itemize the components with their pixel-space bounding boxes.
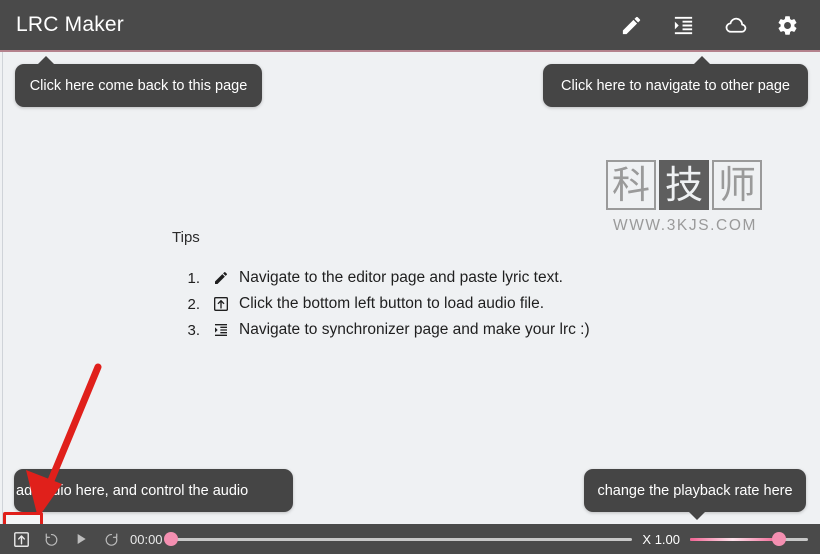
tooltip-arrow-up-icon: [37, 56, 55, 65]
tip-number: 3.: [187, 321, 200, 339]
tooltip-load-audio: ad audio here, and control the audio: [14, 469, 293, 512]
tooltip-navigate-other-page: Click here to navigate to other page: [543, 56, 808, 107]
tip-text: Click the bottom left button to load aud…: [239, 295, 545, 312]
forward-5-button[interactable]: [96, 524, 126, 554]
tip-number: 2.: [187, 295, 200, 313]
tooltip-playback-rate: change the playback rate here: [584, 469, 806, 520]
watermark-characters: 科 技 师: [606, 160, 764, 210]
format-indent-icon: [211, 320, 231, 340]
upload-box-icon: [211, 294, 231, 314]
rate-thumb[interactable]: [771, 532, 786, 546]
app-title: LRC Maker: [16, 13, 124, 36]
tip-text: Navigate to synchronizer page and make y…: [239, 321, 590, 338]
tooltip-arrow-down-icon: [688, 511, 706, 520]
playback-rate-slider[interactable]: [690, 529, 808, 549]
watermark: 科 技 师 WWW.3KJS.COM: [606, 160, 764, 235]
tip-text: Navigate to the editor page and paste ly…: [239, 269, 563, 286]
rate-fill: [690, 537, 779, 541]
rewind-5-button[interactable]: [36, 524, 66, 554]
lrc-maker-app: LRC Maker Click here come back to this p…: [0, 0, 820, 554]
cloud-icon[interactable]: [723, 13, 748, 38]
tooltip-rate-label: change the playback rate here: [597, 482, 793, 499]
tooltip-back-label: Click here come back to this page: [29, 77, 248, 94]
watermark-char-2: 技: [659, 160, 709, 210]
progress-track: [168, 537, 633, 541]
tips-section: Tips 1. Navigate to the editor page and …: [172, 229, 692, 343]
tooltip-arrow-up-icon: [693, 56, 711, 65]
tooltip-audio-label: ad audio here, and control the audio: [16, 482, 249, 499]
tip-number: 1.: [187, 269, 200, 287]
tooltip-come-back-to-this-page: Click here come back to this page: [15, 56, 262, 107]
tips-list: 1. Navigate to the editor page and paste…: [172, 265, 692, 343]
list-item: 3. Navigate to synchronizer page and mak…: [172, 317, 692, 343]
progress-thumb[interactable]: [163, 532, 178, 546]
play-button[interactable]: [66, 524, 96, 554]
tips-title: Tips: [172, 229, 200, 246]
playback-progress-slider[interactable]: [163, 529, 633, 549]
pencil-icon: [211, 268, 231, 288]
app-header: LRC Maker: [0, 0, 820, 50]
page-left-edge-divider: [2, 52, 3, 524]
current-time-label: 00:00: [130, 531, 163, 547]
list-item: 1. Navigate to the editor page and paste…: [172, 265, 692, 291]
player-bar: 00:00 X 1.00: [0, 524, 820, 554]
watermark-char-1: 科: [606, 160, 656, 210]
header-accent-underline: [0, 50, 820, 52]
gear-icon[interactable]: [775, 13, 800, 38]
format-indent-icon[interactable]: [671, 13, 696, 38]
pencil-icon[interactable]: [619, 13, 644, 38]
list-item: 2. Click the bottom left button to load …: [172, 291, 692, 317]
load-audio-button[interactable]: [6, 524, 36, 554]
header-icon-group: [619, 13, 800, 38]
tooltip-navigate-label: Click here to navigate to other page: [561, 77, 790, 94]
playback-rate-label: X 1.00: [642, 531, 680, 547]
watermark-char-3: 师: [712, 160, 762, 210]
